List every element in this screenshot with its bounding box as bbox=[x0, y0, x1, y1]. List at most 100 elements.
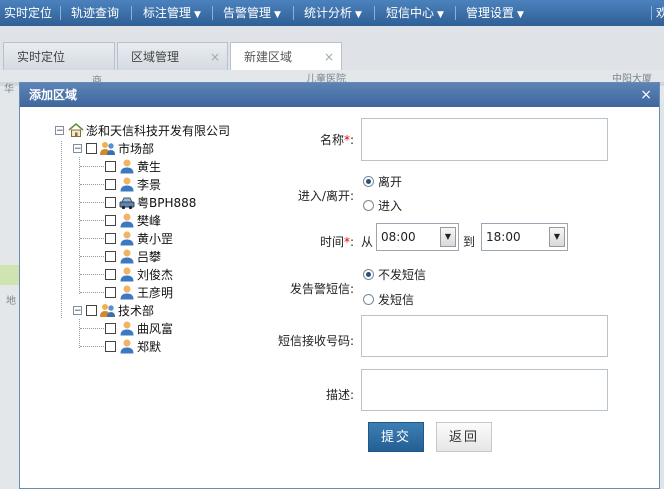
nav-admin-settings[interactable]: 管理设置 ▼ bbox=[466, 0, 524, 26]
tab-new-area[interactable]: 新建区域 × bbox=[230, 42, 342, 72]
chevron-down-icon: ▼ bbox=[194, 10, 201, 20]
radio-no-sms[interactable]: 不发短信 bbox=[363, 266, 426, 283]
tree-member[interactable]: 曲风富 bbox=[105, 319, 173, 337]
tree-member[interactable]: 王彦明 bbox=[105, 283, 173, 301]
nav-marker-management[interactable]: 标注管理 ▼ bbox=[143, 0, 201, 26]
member-checkbox[interactable] bbox=[105, 160, 116, 172]
tree-member[interactable]: 郑默 bbox=[105, 337, 161, 355]
tree-root[interactable]: − 澎和天信科技开发有限公司 bbox=[55, 121, 230, 139]
name-label: 名称*: bbox=[319, 133, 354, 147]
nav-divider bbox=[60, 6, 61, 20]
nav-sms-center[interactable]: 短信中心 ▼ bbox=[386, 0, 444, 26]
person-icon bbox=[119, 320, 135, 336]
group-users-icon bbox=[100, 140, 116, 156]
tree-member[interactable]: 李景 bbox=[105, 175, 161, 193]
home-icon bbox=[68, 122, 84, 138]
phone-input[interactable] bbox=[361, 315, 608, 357]
chevron-down-icon: ▼ bbox=[517, 10, 524, 20]
person-icon bbox=[119, 230, 135, 246]
tree-group-market[interactable]: − 市场部 bbox=[73, 139, 154, 157]
tree-connector bbox=[80, 346, 104, 347]
vehicle-icon bbox=[119, 194, 135, 210]
start-time-select[interactable]: 08:00 ▼ bbox=[376, 223, 459, 251]
group-label: 技术部 bbox=[118, 303, 155, 318]
tree-connector bbox=[80, 328, 104, 329]
chevron-down-icon[interactable]: ▼ bbox=[440, 227, 456, 247]
tree-connector bbox=[80, 166, 104, 167]
nav-statistics[interactable]: 统计分析 ▼ bbox=[304, 0, 362, 26]
person-icon bbox=[119, 284, 135, 300]
tree-group-tech[interactable]: − 技术部 bbox=[73, 301, 154, 319]
group-label: 市场部 bbox=[118, 141, 155, 156]
close-icon[interactable]: × bbox=[210, 43, 220, 71]
tree-connector bbox=[80, 256, 104, 257]
radio-enter[interactable]: 进入 bbox=[363, 197, 402, 214]
member-checkbox[interactable] bbox=[105, 286, 116, 298]
member-checkbox[interactable] bbox=[105, 340, 116, 352]
member-checkbox[interactable] bbox=[105, 178, 116, 190]
collapse-icon[interactable]: − bbox=[73, 305, 82, 315]
time-label: 时间*: bbox=[319, 235, 354, 249]
group-users-icon bbox=[100, 302, 116, 318]
nav-alarm-management[interactable]: 告警管理 ▼ bbox=[223, 0, 281, 26]
tree-member[interactable]: 黄生 bbox=[105, 157, 161, 175]
member-label: 黄小罡 bbox=[137, 231, 174, 246]
submit-button[interactable]: 提交 bbox=[368, 422, 424, 452]
end-time-select[interactable]: 18:00 ▼ bbox=[481, 223, 568, 251]
tree-connector bbox=[80, 184, 104, 185]
member-label: 王彦明 bbox=[137, 285, 174, 300]
person-icon bbox=[119, 176, 135, 192]
nav-realtime[interactable]: 实时定位 bbox=[4, 0, 52, 26]
time-to-label: 到 bbox=[463, 235, 476, 249]
member-label: 樊峰 bbox=[137, 213, 162, 228]
member-label: 黄生 bbox=[137, 159, 162, 174]
nav-track-query[interactable]: 轨迹查询 bbox=[71, 0, 119, 26]
radio-leave[interactable]: 离开 bbox=[363, 173, 402, 190]
description-input[interactable] bbox=[361, 369, 608, 411]
member-label: 郑默 bbox=[137, 339, 162, 354]
tree-connector bbox=[80, 220, 104, 221]
member-checkbox[interactable] bbox=[105, 268, 116, 280]
chevron-down-icon[interactable]: ▼ bbox=[549, 227, 565, 247]
member-checkbox[interactable] bbox=[105, 232, 116, 244]
tree-root-label: 澎和天信科技开发有限公司 bbox=[86, 123, 231, 138]
radio-button[interactable] bbox=[363, 294, 374, 305]
tree-connector bbox=[80, 202, 104, 203]
tree-connector bbox=[80, 292, 104, 293]
tree-member[interactable]: 樊峰 bbox=[105, 211, 161, 229]
tree-member[interactable]: 吕攀 bbox=[105, 247, 161, 265]
tab-area-management[interactable]: 区域管理 × bbox=[117, 42, 228, 72]
member-label: 吕攀 bbox=[137, 249, 162, 264]
group-checkbox[interactable] bbox=[86, 304, 97, 316]
radio-send-sms[interactable]: 发短信 bbox=[363, 291, 414, 308]
close-icon[interactable]: × bbox=[640, 83, 652, 107]
member-checkbox[interactable] bbox=[105, 196, 116, 208]
radio-button[interactable] bbox=[363, 200, 374, 211]
nav-divider bbox=[651, 6, 652, 20]
name-input[interactable] bbox=[361, 118, 608, 161]
member-checkbox[interactable] bbox=[105, 214, 116, 226]
map-label: 地 bbox=[6, 296, 16, 307]
group-checkbox[interactable] bbox=[86, 142, 97, 154]
member-label: 曲风富 bbox=[137, 321, 174, 336]
dialog-title: 添加区域 bbox=[29, 88, 78, 102]
collapse-icon[interactable]: − bbox=[55, 125, 64, 135]
member-checkbox[interactable] bbox=[105, 250, 116, 262]
back-button[interactable]: 返回 bbox=[436, 422, 492, 452]
chevron-down-icon: ▼ bbox=[437, 10, 444, 20]
inout-label: 进入/离开: bbox=[297, 189, 354, 203]
collapse-icon[interactable]: − bbox=[73, 143, 82, 153]
tree-member[interactable]: 粤BPH888 bbox=[105, 193, 196, 211]
close-icon[interactable]: × bbox=[324, 43, 334, 71]
tree-member[interactable]: 刘俊杰 bbox=[105, 265, 173, 283]
member-checkbox[interactable] bbox=[105, 322, 116, 334]
top-nav: 实时定位 轨迹查询 标注管理 ▼ 告警管理 ▼ 统计分析 ▼ 短信中心 ▼ 管理设置 ▼ … bbox=[0, 0, 664, 26]
tree-connector bbox=[80, 238, 104, 239]
person-icon bbox=[119, 158, 135, 174]
person-icon bbox=[119, 338, 135, 354]
radio-button[interactable] bbox=[363, 269, 374, 280]
tree-member[interactable]: 黄小罡 bbox=[105, 229, 173, 247]
tab-realtime[interactable]: 实时定位 bbox=[3, 42, 115, 72]
tree-connector bbox=[80, 274, 104, 275]
radio-button[interactable] bbox=[363, 176, 374, 187]
